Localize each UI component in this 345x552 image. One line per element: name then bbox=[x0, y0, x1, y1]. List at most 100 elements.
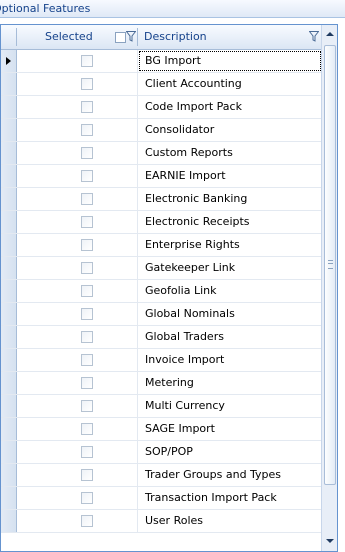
scrollbar-thumb[interactable] bbox=[324, 45, 336, 485]
row-indicator[interactable] bbox=[1, 441, 17, 463]
description-cell[interactable]: Metering bbox=[138, 372, 322, 394]
description-cell[interactable]: Global Nominals bbox=[138, 303, 322, 325]
table-row[interactable]: Global Traders bbox=[1, 326, 322, 349]
row-indicator[interactable] bbox=[1, 165, 17, 187]
table-row[interactable]: Geofolia Link bbox=[1, 280, 322, 303]
row-indicator[interactable] bbox=[1, 280, 17, 302]
table-row[interactable]: Code Import Pack bbox=[1, 96, 322, 119]
selected-checkbox[interactable] bbox=[81, 78, 93, 90]
selected-checkbox[interactable] bbox=[81, 216, 93, 228]
description-cell[interactable]: BG Import bbox=[138, 50, 322, 72]
row-indicator[interactable] bbox=[1, 50, 17, 72]
row-indicator[interactable] bbox=[1, 73, 17, 95]
table-row[interactable]: EARNIE Import bbox=[1, 165, 322, 188]
row-indicator[interactable] bbox=[1, 119, 17, 141]
description-cell[interactable]: User Roles bbox=[138, 510, 322, 532]
description-cell[interactable]: SAGE Import bbox=[138, 418, 322, 440]
filter-funnel-icon[interactable] bbox=[126, 31, 136, 42]
selected-checkbox[interactable] bbox=[81, 147, 93, 159]
table-row[interactable]: Invoice Import bbox=[1, 349, 322, 372]
row-header-corner bbox=[1, 25, 16, 49]
column-header-description[interactable]: Description bbox=[144, 25, 207, 49]
row-indicator[interactable] bbox=[1, 303, 17, 325]
description-cell[interactable]: Geofolia Link bbox=[138, 280, 322, 302]
row-indicator[interactable] bbox=[1, 326, 17, 348]
selected-checkbox[interactable] bbox=[81, 469, 93, 481]
selected-checkbox[interactable] bbox=[81, 331, 93, 343]
selected-checkbox[interactable] bbox=[81, 170, 93, 182]
description-cell[interactable]: Custom Reports bbox=[138, 142, 322, 164]
table-row[interactable]: Multi Currency bbox=[1, 395, 322, 418]
selected-checkbox[interactable] bbox=[81, 239, 93, 251]
description-cell[interactable]: Enterprise Rights bbox=[138, 234, 322, 256]
description-cell[interactable]: Gatekeeper Link bbox=[138, 257, 322, 279]
selected-checkbox[interactable] bbox=[81, 354, 93, 366]
table-row[interactable]: Metering bbox=[1, 372, 322, 395]
vertical-scrollbar[interactable] bbox=[321, 25, 337, 551]
table-row[interactable]: Gatekeeper Link bbox=[1, 257, 322, 280]
description-cell[interactable]: Transaction Import Pack bbox=[138, 487, 322, 509]
panel-title-text: Optional Features bbox=[0, 2, 91, 15]
selected-checkbox[interactable] bbox=[81, 423, 93, 435]
select-all-checkbox[interactable] bbox=[115, 32, 126, 43]
table-row[interactable]: Electronic Banking bbox=[1, 188, 322, 211]
column-header-selected[interactable]: Selected bbox=[45, 25, 93, 49]
row-indicator[interactable] bbox=[1, 349, 17, 371]
row-indicator[interactable] bbox=[1, 211, 17, 233]
description-cell[interactable]: Electronic Receipts bbox=[138, 211, 322, 233]
table-row[interactable]: Trader Groups and Types bbox=[1, 464, 322, 487]
description-cell[interactable]: Global Traders bbox=[138, 326, 322, 348]
table-row[interactable]: SAGE Import bbox=[1, 418, 322, 441]
selected-checkbox[interactable] bbox=[81, 55, 93, 67]
description-cell[interactable]: Code Import Pack bbox=[138, 96, 322, 118]
selected-checkbox[interactable] bbox=[81, 262, 93, 274]
selected-checkbox[interactable] bbox=[81, 492, 93, 504]
description-cell[interactable]: Consolidator bbox=[138, 119, 322, 141]
table-row[interactable]: BG Import bbox=[1, 50, 322, 73]
selected-checkbox[interactable] bbox=[81, 377, 93, 389]
scroll-up-arrow-icon[interactable] bbox=[326, 32, 334, 36]
description-cell[interactable]: Client Accounting bbox=[138, 73, 322, 95]
row-indicator[interactable] bbox=[1, 418, 17, 440]
table-row[interactable]: SOP/POP bbox=[1, 441, 322, 464]
selected-checkbox[interactable] bbox=[81, 400, 93, 412]
selected-cell bbox=[17, 510, 138, 532]
description-cell[interactable]: EARNIE Import bbox=[138, 165, 322, 187]
row-indicator[interactable] bbox=[1, 234, 17, 256]
selected-checkbox[interactable] bbox=[81, 124, 93, 136]
table-row[interactable]: User Roles bbox=[1, 510, 322, 533]
selected-checkbox[interactable] bbox=[81, 285, 93, 297]
row-indicator[interactable] bbox=[1, 142, 17, 164]
filter-funnel-icon[interactable] bbox=[309, 31, 319, 42]
description-cell[interactable]: SOP/POP bbox=[138, 441, 322, 463]
selected-checkbox[interactable] bbox=[81, 308, 93, 320]
selected-checkbox[interactable] bbox=[81, 515, 93, 527]
column-separator bbox=[16, 28, 17, 46]
scroll-down-arrow-icon[interactable] bbox=[326, 539, 334, 543]
description-cell[interactable]: Trader Groups and Types bbox=[138, 464, 322, 486]
selected-checkbox[interactable] bbox=[81, 101, 93, 113]
row-indicator[interactable] bbox=[1, 257, 17, 279]
row-indicator[interactable] bbox=[1, 487, 17, 509]
row-indicator[interactable] bbox=[1, 96, 17, 118]
table-row[interactable]: Enterprise Rights bbox=[1, 234, 322, 257]
row-indicator[interactable] bbox=[1, 510, 17, 532]
description-cell[interactable]: Multi Currency bbox=[138, 395, 322, 417]
selected-cell bbox=[17, 418, 138, 440]
description-cell[interactable]: Electronic Banking bbox=[138, 188, 322, 210]
selected-checkbox[interactable] bbox=[81, 446, 93, 458]
row-indicator[interactable] bbox=[1, 372, 17, 394]
description-cell[interactable]: Invoice Import bbox=[138, 349, 322, 371]
table-row[interactable]: Electronic Receipts bbox=[1, 211, 322, 234]
table-row[interactable]: Global Nominals bbox=[1, 303, 322, 326]
row-indicator[interactable] bbox=[1, 395, 17, 417]
selected-checkbox[interactable] bbox=[81, 193, 93, 205]
selected-cell bbox=[17, 372, 138, 394]
table-row[interactable]: Consolidator bbox=[1, 119, 322, 142]
selected-cell bbox=[17, 280, 138, 302]
table-row[interactable]: Custom Reports bbox=[1, 142, 322, 165]
table-row[interactable]: Transaction Import Pack bbox=[1, 487, 322, 510]
row-indicator[interactable] bbox=[1, 188, 17, 210]
table-row[interactable]: Client Accounting bbox=[1, 73, 322, 96]
row-indicator[interactable] bbox=[1, 464, 17, 486]
